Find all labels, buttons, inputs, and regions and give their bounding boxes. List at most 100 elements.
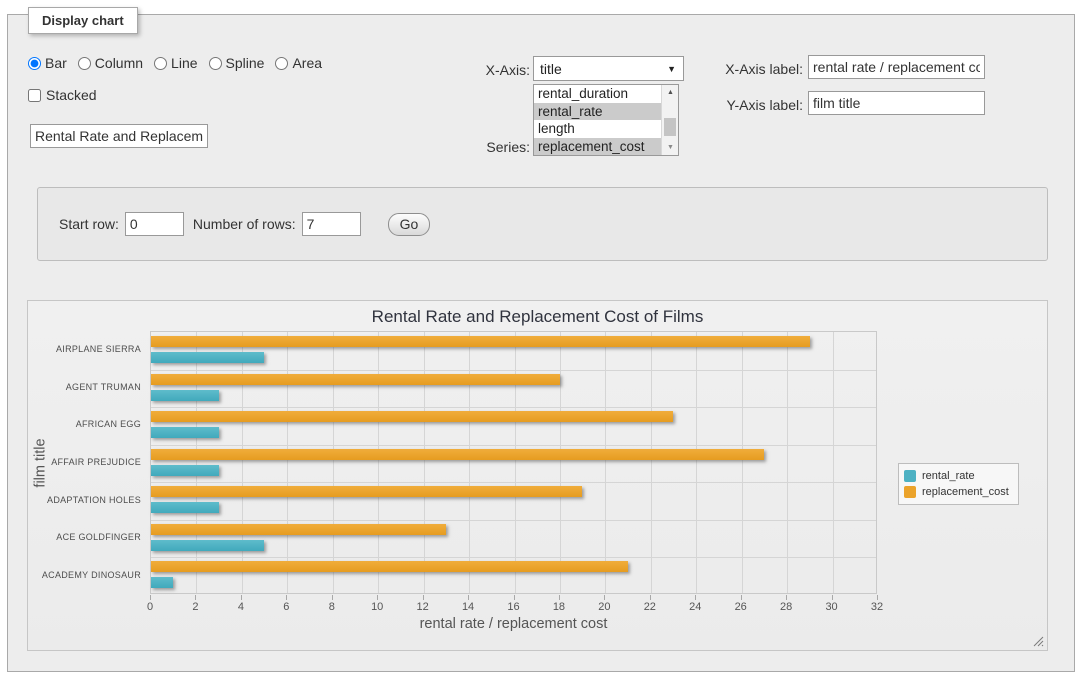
chart-type-label: Line <box>171 55 197 71</box>
tick-mark <box>377 595 378 600</box>
chart-type-label: Area <box>292 55 322 71</box>
series-option-rental_rate[interactable]: rental_rate <box>534 103 661 121</box>
start-row-label: Start row: <box>59 216 119 232</box>
scroll-up-icon[interactable]: ▲ <box>662 85 679 100</box>
tick-mark <box>514 595 515 600</box>
chart-type-radio-column[interactable] <box>78 57 91 70</box>
series-listbox[interactable]: rental_durationrental_ratelengthreplacem… <box>533 84 679 156</box>
x-tick-label: 26 <box>735 601 747 613</box>
tick-mark <box>559 595 560 600</box>
go-button[interactable]: Go <box>388 213 431 236</box>
gridline <box>151 445 876 446</box>
series-option-replacement_cost[interactable]: replacement_cost <box>534 138 661 156</box>
start-row-input[interactable] <box>125 212 184 236</box>
category-label: AFRICAN EGG <box>28 419 141 430</box>
tick-mark <box>468 595 469 600</box>
x-axis-select[interactable]: title ▼ <box>533 56 684 81</box>
category-label: AGENT TRUMAN <box>28 382 141 393</box>
bar-replacement_cost[interactable] <box>151 561 628 572</box>
x-tick-label: 6 <box>283 601 289 613</box>
y-axis-label-input[interactable] <box>808 91 985 115</box>
legend-label: replacement_cost <box>922 486 1009 498</box>
chart-title-input[interactable] <box>30 124 208 148</box>
gridline <box>833 332 834 593</box>
scroll-down-icon[interactable]: ▼ <box>662 140 679 155</box>
x-axis-title: rental rate / replacement cost <box>150 616 877 632</box>
x-tick-label: 8 <box>329 601 335 613</box>
x-tick-label: 28 <box>780 601 792 613</box>
stacked-checkbox[interactable] <box>28 89 41 102</box>
gridline <box>787 332 788 593</box>
series-caption: Series: <box>440 139 530 155</box>
chevron-down-icon: ▼ <box>667 64 676 74</box>
chart-title: Rental Rate and Replacement Cost of Film… <box>28 307 1047 327</box>
chart-type-label: Column <box>95 55 143 71</box>
bar-rental_rate[interactable] <box>151 540 264 551</box>
x-axis-label-input[interactable] <box>808 55 985 79</box>
bar-replacement_cost[interactable] <box>151 411 673 422</box>
bar-replacement_cost[interactable] <box>151 486 582 497</box>
gridline <box>151 370 876 371</box>
tick-mark <box>286 595 287 600</box>
chart-type-label: Bar <box>45 55 67 71</box>
x-axis-selected-value: title <box>540 61 562 77</box>
bar-rental_rate[interactable] <box>151 390 219 401</box>
plot-area <box>150 331 877 594</box>
chart-type-radio-spline[interactable] <box>209 57 222 70</box>
tick-mark <box>877 595 878 600</box>
bar-replacement_cost[interactable] <box>151 374 560 385</box>
scrollbar-thumb[interactable] <box>664 118 676 136</box>
chart-type-radio-line[interactable] <box>154 57 167 70</box>
x-tick-label: 2 <box>192 601 198 613</box>
legend-item-replacement_cost[interactable]: replacement_cost <box>904 484 1009 500</box>
chart-type-option-area: Area <box>275 55 322 71</box>
series-option-rental_duration[interactable]: rental_duration <box>534 85 661 103</box>
bar-replacement_cost[interactable] <box>151 336 810 347</box>
bar-rental_rate[interactable] <box>151 427 219 438</box>
gridline <box>378 332 379 593</box>
row-range-panel: Start row: Number of rows: Go <box>37 187 1048 261</box>
chart-type-option-column: Column <box>78 55 143 71</box>
series-scrollbar[interactable]: ▲ ▼ <box>661 85 678 155</box>
legend-item-rental_rate[interactable]: rental_rate <box>904 468 1009 484</box>
chart-type-option-bar: Bar <box>28 55 67 71</box>
tick-mark <box>832 595 833 600</box>
resize-handle-icon[interactable] <box>1033 636 1044 647</box>
gridline <box>151 482 876 483</box>
bar-rental_rate[interactable] <box>151 502 219 513</box>
bar-rental_rate[interactable] <box>151 577 173 588</box>
gridline <box>196 332 197 593</box>
chart-type-option-line: Line <box>154 55 197 71</box>
tick-mark <box>241 595 242 600</box>
tick-mark <box>604 595 605 600</box>
legend-swatch <box>904 470 916 482</box>
chart-type-radio-bar[interactable] <box>28 57 41 70</box>
tick-mark <box>786 595 787 600</box>
gridline <box>151 520 876 521</box>
bar-rental_rate[interactable] <box>151 465 219 476</box>
series-option-length[interactable]: length <box>534 120 661 138</box>
gridline <box>151 557 876 558</box>
x-tick-label: 4 <box>238 601 244 613</box>
gridline <box>151 407 876 408</box>
num-rows-input[interactable] <box>302 212 361 236</box>
num-rows-label: Number of rows: <box>193 216 296 232</box>
gridline <box>333 332 334 593</box>
chart-type-radio-group: Bar Column Line Spline Area <box>28 55 333 71</box>
gridline <box>424 332 425 593</box>
tick-mark <box>150 595 151 600</box>
stacked-label: Stacked <box>46 87 97 103</box>
series-options: rental_durationrental_ratelengthreplacem… <box>534 85 661 155</box>
chart-type-radio-area[interactable] <box>275 57 288 70</box>
bar-rental_rate[interactable] <box>151 352 264 363</box>
fieldset-legend: Display chart <box>28 7 138 34</box>
x-tick-label: 10 <box>371 601 383 613</box>
bar-replacement_cost[interactable] <box>151 524 446 535</box>
gridline <box>651 332 652 593</box>
x-axis-label-caption: X-Axis label: <box>710 61 803 77</box>
chart-type-label: Spline <box>226 55 265 71</box>
category-label: ACADEMY DINOSAUR <box>28 570 141 581</box>
x-tick-label: 18 <box>553 601 565 613</box>
bar-replacement_cost[interactable] <box>151 449 764 460</box>
x-tick-label: 20 <box>598 601 610 613</box>
